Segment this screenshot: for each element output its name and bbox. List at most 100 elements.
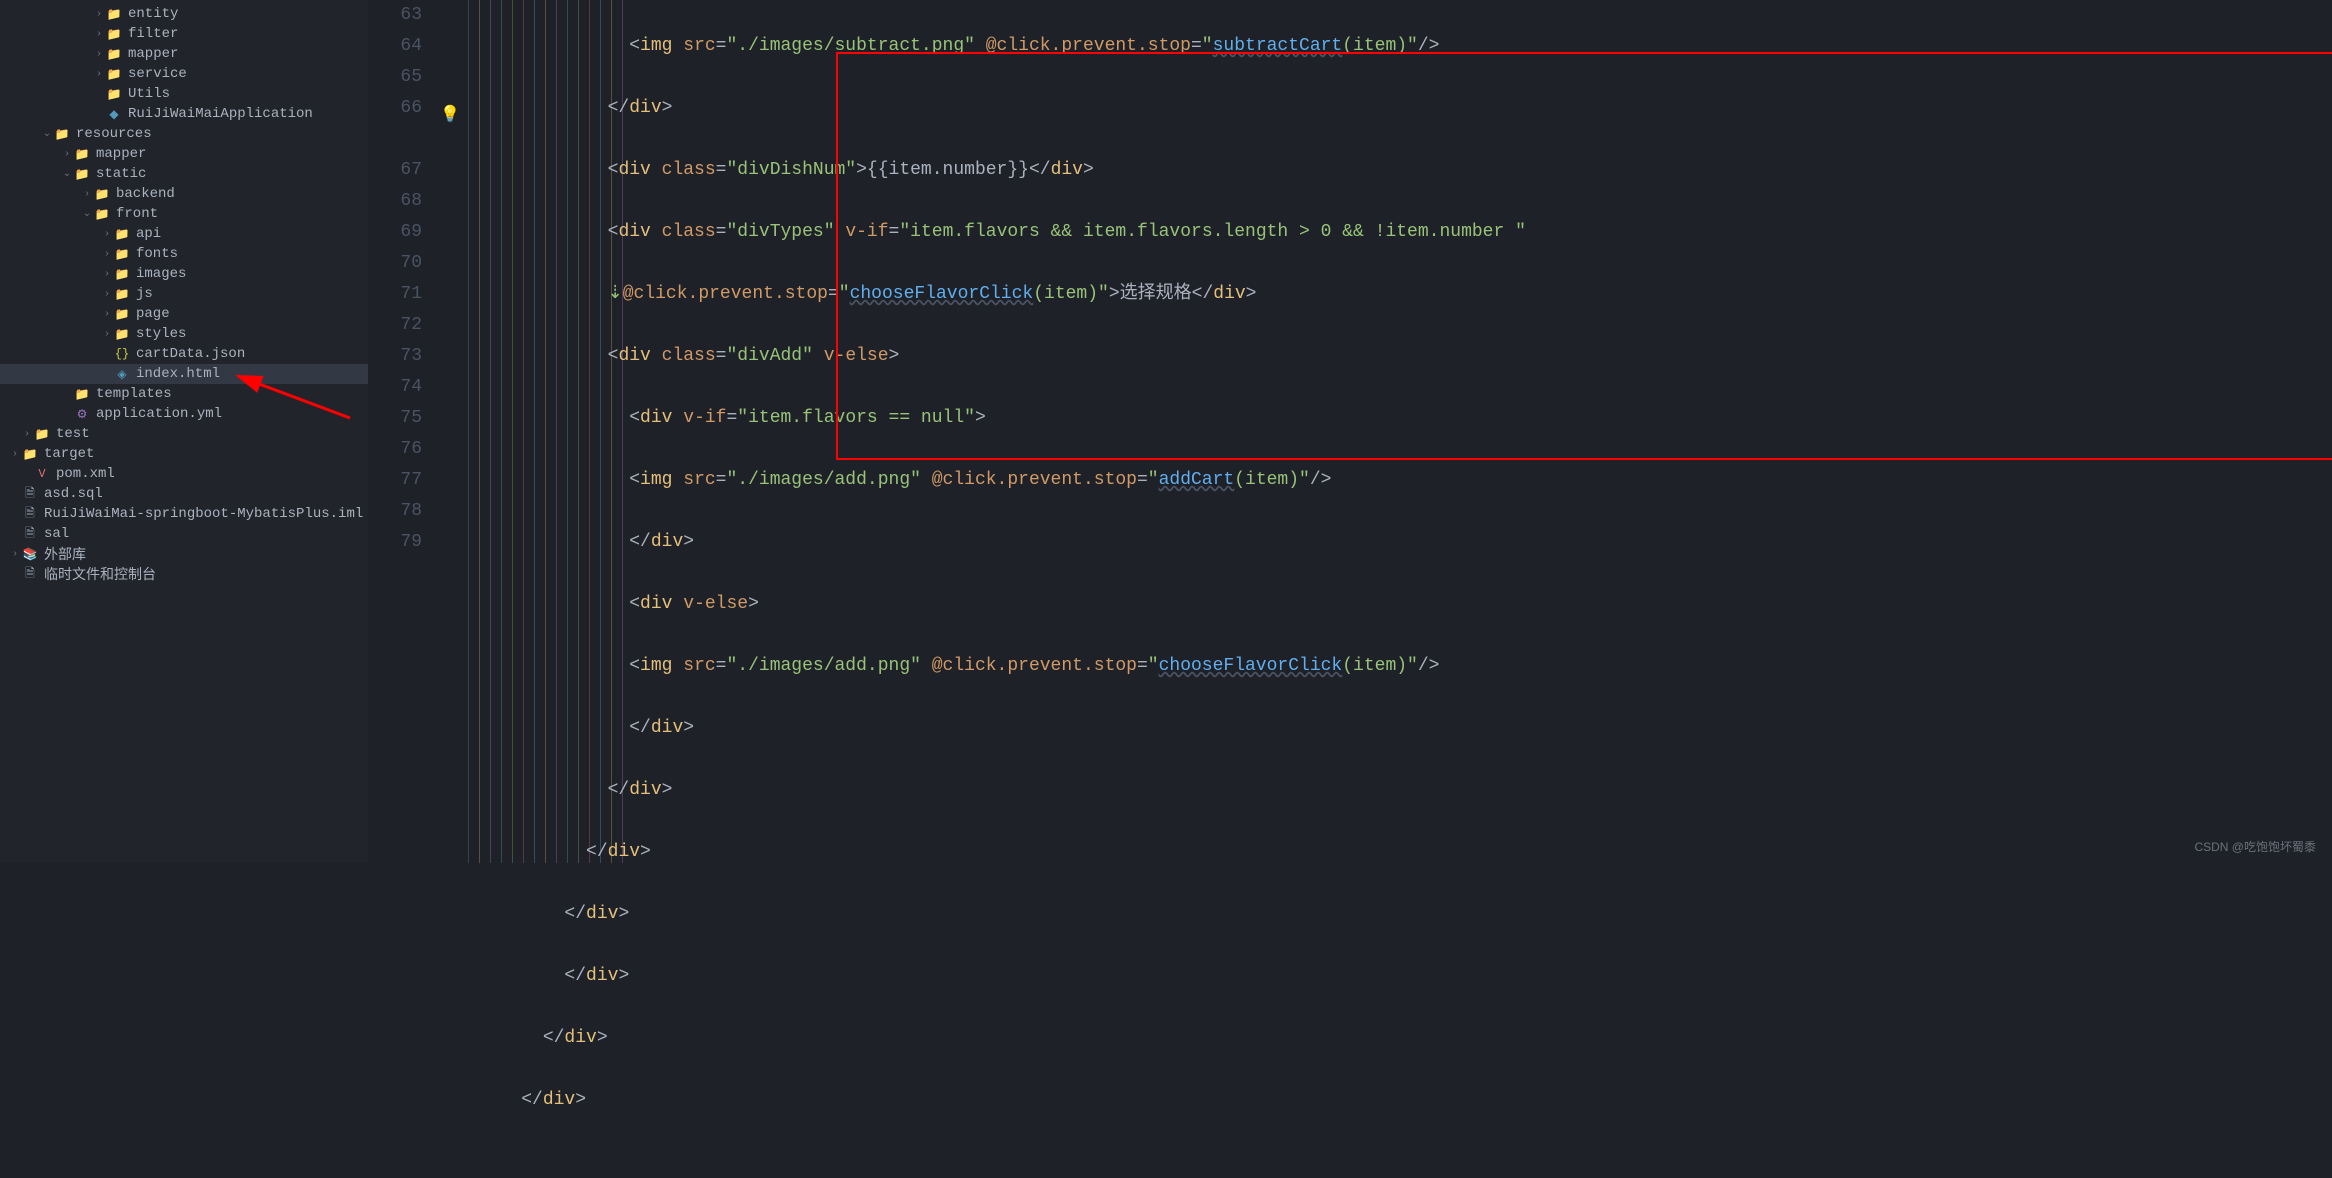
tree-item[interactable]: ›📁 target bbox=[0, 444, 368, 464]
tree-item-label: target bbox=[44, 446, 94, 462]
tree-item-label: RuiJiWaiMaiApplication bbox=[128, 106, 313, 122]
line-number: 77 bbox=[368, 465, 422, 496]
tree-item[interactable]: 🗎RuiJiWaiMai-springboot-MybatisPlus.iml bbox=[0, 504, 368, 524]
lightbulb-icon[interactable]: 💡 bbox=[440, 100, 460, 131]
tree-item-label: entity bbox=[128, 6, 178, 22]
line-number: 67 bbox=[368, 155, 422, 186]
tree-item-label: resources bbox=[76, 126, 152, 142]
chevron-icon: ⌄ bbox=[80, 208, 94, 220]
tree-item-label: js bbox=[136, 286, 153, 302]
file-icon: 📁 bbox=[114, 246, 130, 262]
tree-item[interactable]: ⌄📁resources bbox=[0, 124, 368, 144]
tree-item-label: 临时文件和控制台 bbox=[44, 564, 156, 584]
tree-item[interactable]: 🗎 asd.sql bbox=[0, 484, 368, 504]
file-icon: 📁 bbox=[114, 286, 130, 302]
chevron-icon: ⌄ bbox=[40, 128, 54, 140]
file-icon: 📁 bbox=[34, 426, 50, 442]
tree-item-label: backend bbox=[116, 186, 175, 202]
tree-item[interactable]: ›📁 fonts bbox=[0, 244, 368, 264]
chevron-icon: › bbox=[8, 449, 22, 460]
file-icon: 🗎 bbox=[22, 566, 38, 582]
line-number: 70 bbox=[368, 248, 422, 279]
tree-item[interactable]: ›📁images bbox=[0, 264, 368, 284]
tree-item-label: pom.xml bbox=[56, 466, 115, 482]
file-icon: {} bbox=[114, 346, 130, 362]
file-icon: 🗎 bbox=[22, 486, 38, 502]
tree-item[interactable]: ›📁mapper bbox=[0, 144, 368, 164]
tree-item[interactable]: ◆ RuiJiWaiMaiApplication bbox=[0, 104, 368, 124]
tree-item[interactable]: {} cartData.json bbox=[0, 344, 368, 364]
tree-item-label: sal bbox=[44, 526, 69, 542]
chevron-icon: › bbox=[100, 309, 114, 320]
chevron-icon: › bbox=[60, 149, 74, 160]
tree-item[interactable]: ⌄📁static bbox=[0, 164, 368, 184]
tree-item-label: templates bbox=[96, 386, 172, 402]
tree-item[interactable]: ›📁styles bbox=[0, 324, 368, 344]
tree-item[interactable]: ›📚外部库 bbox=[0, 544, 368, 564]
chevron-icon: › bbox=[100, 249, 114, 260]
file-icon: 📁 bbox=[94, 206, 110, 222]
code-editor[interactable]: 6364656667686970717273747576777879 💡 <im… bbox=[368, 0, 2332, 863]
tree-item-label: static bbox=[96, 166, 146, 182]
file-icon: ◆ bbox=[106, 106, 122, 122]
tree-item[interactable]: 📁 Utils bbox=[0, 84, 368, 104]
line-number: 69 bbox=[368, 217, 422, 248]
tree-item[interactable]: 📁 templates bbox=[0, 384, 368, 404]
tree-item[interactable]: 🗎 临时文件和控制台 bbox=[0, 564, 368, 584]
file-icon: 📁 bbox=[106, 66, 122, 82]
file-icon: 📁 bbox=[22, 446, 38, 462]
tree-item[interactable]: ›📁 backend bbox=[0, 184, 368, 204]
tree-item[interactable]: ⌄📁 front bbox=[0, 204, 368, 224]
code-content[interactable]: <img src="./images/subtract.png" @click.… bbox=[468, 0, 1526, 863]
tree-item[interactable]: ›📁entity bbox=[0, 4, 368, 24]
file-icon: 📁 bbox=[106, 86, 122, 102]
line-number: 66 bbox=[368, 93, 422, 124]
tree-item[interactable]: 🗎sal bbox=[0, 524, 368, 544]
line-number: 76 bbox=[368, 434, 422, 465]
tree-item-label: cartData.json bbox=[136, 346, 245, 362]
tree-item[interactable]: Vpom.xml bbox=[0, 464, 368, 484]
file-icon: 📁 bbox=[94, 186, 110, 202]
chevron-icon: › bbox=[100, 229, 114, 240]
tree-item[interactable]: ›📁 test bbox=[0, 424, 368, 444]
file-icon: 📁 bbox=[106, 46, 122, 62]
tree-item-label: images bbox=[136, 266, 186, 282]
tree-item-label: api bbox=[136, 226, 161, 242]
line-number: 64 bbox=[368, 31, 422, 62]
tree-item-label: asd.sql bbox=[44, 486, 103, 502]
file-icon: 📚 bbox=[22, 546, 38, 562]
tree-item-label: mapper bbox=[128, 46, 178, 62]
marker-column: 💡 bbox=[432, 0, 468, 863]
tree-item-label: fonts bbox=[136, 246, 178, 262]
tree-item[interactable]: ›📁filter bbox=[0, 24, 368, 44]
tree-item-label: Utils bbox=[128, 86, 170, 102]
tree-item[interactable]: ›📁api bbox=[0, 224, 368, 244]
tree-item-label: test bbox=[56, 426, 90, 442]
tree-item[interactable]: ›📁 js bbox=[0, 284, 368, 304]
chevron-icon: › bbox=[92, 49, 106, 60]
tree-item-label: page bbox=[136, 306, 170, 322]
tree-item[interactable]: ◈index.html bbox=[0, 364, 368, 384]
file-icon: 📁 bbox=[114, 326, 130, 342]
tree-item[interactable]: ›📁service bbox=[0, 64, 368, 84]
tree-item-label: front bbox=[116, 206, 158, 222]
line-number bbox=[368, 124, 422, 155]
file-icon: ⚙ bbox=[74, 406, 90, 422]
chevron-icon: › bbox=[80, 189, 94, 200]
tree-item[interactable]: ›📁page bbox=[0, 304, 368, 324]
file-tree-sidebar[interactable]: ›📁entity›📁filter›📁mapper›📁service📁Utils◆… bbox=[0, 0, 368, 863]
file-icon: 🗎 bbox=[22, 506, 38, 522]
chevron-icon: › bbox=[20, 429, 34, 440]
line-number: 72 bbox=[368, 310, 422, 341]
file-icon: 📁 bbox=[114, 266, 130, 282]
tree-item[interactable]: ›📁 mapper bbox=[0, 44, 368, 64]
file-icon: 📁 bbox=[74, 166, 90, 182]
chevron-icon: › bbox=[100, 289, 114, 300]
tree-item[interactable]: ⚙application.yml bbox=[0, 404, 368, 424]
tree-item-label: styles bbox=[136, 326, 186, 342]
line-number-gutter: 6364656667686970717273747576777879 bbox=[368, 0, 432, 863]
line-number: 78 bbox=[368, 496, 422, 527]
line-number: 75 bbox=[368, 403, 422, 434]
file-icon: 📁 bbox=[74, 386, 90, 402]
file-icon: 📁 bbox=[106, 6, 122, 22]
